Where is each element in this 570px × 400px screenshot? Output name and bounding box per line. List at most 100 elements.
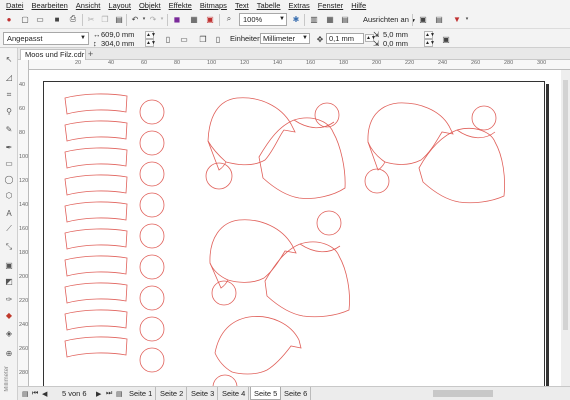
duplicate-x-stepper[interactable]: ▲▼ bbox=[424, 31, 435, 39]
page-tab[interactable]: Seite 1 bbox=[126, 387, 157, 400]
felt-strip[interactable] bbox=[64, 93, 128, 115]
corel-menu-icon[interactable]: ● bbox=[4, 14, 14, 24]
parallel-dimension-icon[interactable]: ⟋ bbox=[4, 224, 14, 234]
menu-item[interactable]: Hilfe bbox=[351, 1, 366, 10]
menu-item[interactable]: Tabelle bbox=[257, 1, 281, 10]
last-page-icon[interactable]: ⏭ bbox=[106, 390, 112, 398]
felt-circle[interactable] bbox=[139, 347, 165, 373]
crop-tool-icon[interactable]: ⌗ bbox=[4, 90, 14, 100]
felt-circle[interactable] bbox=[139, 161, 165, 187]
landscape-icon[interactable]: ▭ bbox=[179, 34, 189, 44]
add-tool-icon[interactable]: ⊕ bbox=[4, 348, 14, 358]
vertical-scroll-thumb[interactable] bbox=[563, 80, 568, 330]
felt-strip[interactable] bbox=[64, 282, 128, 304]
page-preset-select[interactable]: Angepasst ▼ bbox=[3, 32, 89, 45]
santa-hat-outline[interactable] bbox=[212, 316, 302, 386]
smart-fill-icon[interactable]: ◈ bbox=[4, 328, 14, 338]
rectangle-tool-icon[interactable]: ▭ bbox=[4, 158, 14, 168]
vertical-scrollbar[interactable] bbox=[561, 70, 570, 386]
menu-item[interactable]: Objekt bbox=[139, 1, 161, 10]
drop-shadow-icon[interactable]: ▣ bbox=[4, 260, 14, 270]
guides-icon[interactable]: ▤ bbox=[340, 14, 350, 24]
align-to-dropdown[interactable]: Ausrichten an ▼ bbox=[360, 13, 419, 26]
print-icon[interactable]: ⎙ bbox=[68, 14, 78, 24]
full-screen-icon[interactable]: ✱ bbox=[291, 14, 301, 24]
units-select[interactable]: Millimeter ▼ bbox=[260, 33, 310, 44]
page-options-icon[interactable]: ▣ bbox=[441, 34, 451, 44]
options-icon[interactable]: ▣ bbox=[418, 14, 428, 24]
menu-item[interactable]: Effekte bbox=[169, 1, 192, 10]
publish-pdf-icon[interactable]: ▣ bbox=[205, 14, 215, 24]
launch-icon[interactable]: ▤ bbox=[434, 14, 444, 24]
copy-icon[interactable]: ❐ bbox=[100, 14, 110, 24]
menu-item[interactable]: Datei bbox=[6, 1, 24, 10]
width-stepper[interactable]: ▲▼ bbox=[145, 31, 156, 39]
nudge-distance-field[interactable]: 0,1 mm bbox=[326, 33, 364, 44]
page-width-field[interactable]: 609,0 mm bbox=[101, 30, 134, 39]
menu-item[interactable]: Text bbox=[235, 1, 249, 10]
menu-item[interactable]: Bearbeiten bbox=[32, 1, 68, 10]
menu-item[interactable]: Fenster bbox=[318, 1, 343, 10]
prev-page-icon[interactable]: ◀ bbox=[42, 390, 47, 398]
freehand-tool-icon[interactable]: ✎ bbox=[4, 124, 14, 134]
felt-circle[interactable] bbox=[139, 223, 165, 249]
export-icon[interactable]: ▦ bbox=[189, 14, 199, 24]
paste-icon[interactable]: ▤ bbox=[114, 14, 124, 24]
felt-circle[interactable] bbox=[139, 192, 165, 218]
santa-hat-outline[interactable] bbox=[418, 105, 505, 204]
menu-item[interactable]: Extras bbox=[288, 1, 309, 10]
felt-strip[interactable] bbox=[64, 120, 128, 142]
new-file-icon[interactable]: ▢ bbox=[20, 14, 30, 24]
duplicate-y-field[interactable]: 0,0 mm bbox=[383, 39, 408, 48]
all-pages-icon[interactable]: ❐ bbox=[198, 34, 208, 44]
felt-circle[interactable] bbox=[139, 285, 165, 311]
redo-dropdown-icon[interactable]: ▾ bbox=[157, 14, 167, 24]
document-tab[interactable]: Moos und Filz.cdr bbox=[20, 49, 86, 60]
ellipse-tool-icon[interactable]: ◯ bbox=[4, 174, 14, 184]
eyedropper-icon[interactable]: ✑ bbox=[4, 294, 14, 304]
page-tab[interactable]: Seite 3 bbox=[188, 387, 219, 400]
page-tab[interactable]: Seite 2 bbox=[157, 387, 188, 400]
interactive-fill-icon[interactable]: ◆ bbox=[4, 310, 14, 320]
add-page-icon[interactable]: ▤ bbox=[116, 390, 123, 398]
text-tool-icon[interactable]: A bbox=[4, 208, 14, 218]
menu-item[interactable]: Layout bbox=[108, 1, 131, 10]
santa-hat-outline[interactable] bbox=[364, 102, 454, 194]
horizontal-ruler[interactable]: 20 40 60 80 100 120 140 160 180 200 220 240 260 280 30… bbox=[29, 60, 570, 70]
transparency-icon[interactable]: ◩ bbox=[4, 276, 14, 286]
pointer-tool-icon[interactable]: ↖ bbox=[4, 54, 14, 64]
page-options-icon[interactable]: ▤ bbox=[22, 390, 29, 398]
felt-circle[interactable] bbox=[139, 254, 165, 280]
menu-item[interactable]: Bitmaps bbox=[200, 1, 227, 10]
felt-strip[interactable] bbox=[64, 174, 128, 196]
felt-strip[interactable] bbox=[64, 147, 128, 169]
felt-circle[interactable] bbox=[139, 99, 165, 125]
felt-circle[interactable] bbox=[139, 316, 165, 342]
drawing-canvas[interactable] bbox=[29, 70, 570, 386]
horizontal-scroll-thumb[interactable] bbox=[433, 390, 493, 397]
save-icon[interactable]: ■ bbox=[52, 14, 62, 24]
santa-hat-outline[interactable] bbox=[209, 219, 297, 306]
chevron-down-icon[interactable]: ▾ bbox=[462, 14, 472, 24]
app-launcher-icon[interactable]: ▼ bbox=[452, 14, 462, 24]
page-tab[interactable]: Seite 5 bbox=[250, 387, 282, 400]
page-height-field[interactable]: 304,0 mm bbox=[101, 39, 134, 48]
page-tab[interactable]: Seite 6 bbox=[281, 387, 312, 400]
felt-strip[interactable] bbox=[64, 336, 128, 358]
felt-circle[interactable] bbox=[139, 130, 165, 156]
santa-hat-outline[interactable] bbox=[205, 97, 296, 190]
artistic-media-icon[interactable]: ✒ bbox=[4, 142, 14, 152]
portrait-icon[interactable]: ▯ bbox=[163, 34, 173, 44]
rulers-icon[interactable]: ▥ bbox=[309, 14, 319, 24]
next-page-icon[interactable]: ▶ bbox=[96, 390, 101, 398]
connector-tool-icon[interactable]: ⤡ bbox=[4, 242, 14, 252]
santa-hat-outline[interactable] bbox=[264, 210, 350, 318]
cut-icon[interactable]: ✂ bbox=[86, 14, 96, 24]
import-icon[interactable]: ◼ bbox=[172, 14, 182, 24]
grid-icon[interactable]: ▦ bbox=[325, 14, 335, 24]
felt-strip[interactable] bbox=[64, 228, 128, 250]
current-page-icon[interactable]: ▯ bbox=[213, 34, 223, 44]
vertical-ruler[interactable]: 40 60 80 100 120 140 160 180 200 220 240 260 280 bbox=[18, 60, 29, 386]
duplicate-y-stepper[interactable]: ▲▼ bbox=[424, 39, 435, 47]
duplicate-x-field[interactable]: 5,0 mm bbox=[383, 30, 408, 39]
